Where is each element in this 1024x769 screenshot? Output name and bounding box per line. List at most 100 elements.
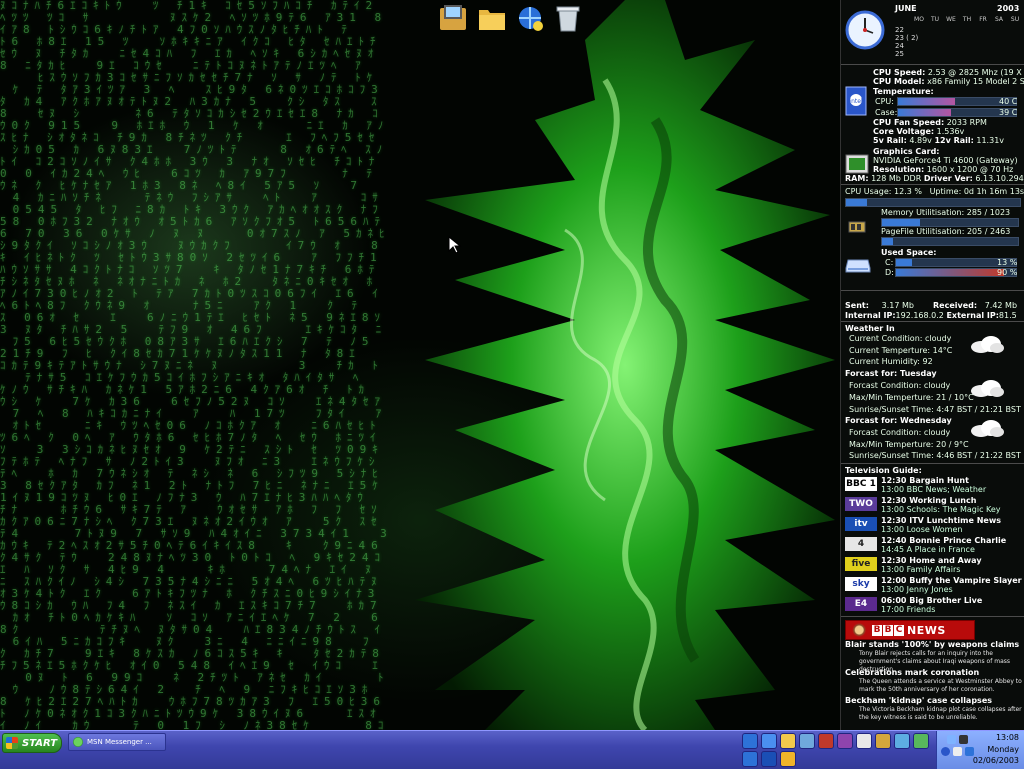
- resolution-label: Resolution:: [873, 165, 925, 174]
- cpu-temp-label: CPU:: [875, 97, 894, 106]
- pc-folder-icon[interactable]: [436, 0, 471, 35]
- windows-logo-icon: [6, 737, 18, 749]
- tv-next-showing: 13:00 Family Affairs: [881, 565, 961, 574]
- tv-now-showing: 12:40 Bonnie Prince Charlie: [881, 536, 1007, 545]
- tv-next-showing: 13:00 Schools: The Magic Key: [881, 505, 1001, 514]
- rail5-value: 4.89v: [909, 136, 932, 145]
- analog-clock-icon: [845, 10, 885, 50]
- fan-speed-label: CPU Fan Speed:: [873, 118, 945, 127]
- tv-now-showing: 12:30 Home and Away: [881, 556, 982, 565]
- tv-channel-logo: E4: [845, 597, 877, 611]
- cpu-usage-bar: [845, 198, 1021, 207]
- app-icon[interactable]: [894, 733, 910, 749]
- tv-channel-logo: five: [845, 557, 877, 571]
- tray-arrow-icon[interactable]: [941, 747, 950, 756]
- graphics-card-label: Graphics Card:: [873, 147, 940, 156]
- cpu-model-value: x86 Family 15 Model 2 Stepping 7: [927, 77, 1024, 86]
- green-spike-wallpaper-art: [415, 0, 835, 730]
- network-icon[interactable]: [512, 0, 547, 35]
- driver-value: 6.13.10.2942: [975, 174, 1024, 183]
- desktop-dock: [436, 0, 585, 36]
- pagefile-bar: [881, 237, 1019, 246]
- ie-icon[interactable]: [742, 733, 758, 749]
- forecast1-title: Forcast for: Tuesday: [845, 369, 937, 378]
- tv-next-showing: 13:00 BBC News; Weather: [881, 485, 987, 494]
- divider: [841, 64, 1024, 65]
- case-temp-value: 39 C: [999, 108, 1018, 117]
- divider: [841, 184, 1024, 185]
- weather-current-temperature: Current Temperture: 14°C: [849, 346, 953, 355]
- external-ip-value: 81.5: [998, 311, 1017, 320]
- weekday-label: SU: [1010, 16, 1020, 23]
- start-label: START: [22, 737, 58, 749]
- memory-text: Memory Utilitisation: 285 / 1023: [881, 208, 1011, 217]
- app-icon[interactable]: [856, 733, 872, 749]
- desktop-info-sidebar: JUNE 2003 MO TU WE TH FR SA SU 22 23 ( 2…: [840, 0, 1024, 730]
- cloudy-weather-icon: [971, 380, 1004, 397]
- bbc-logo-icon: BBC: [872, 624, 904, 636]
- outlook-icon[interactable]: [761, 733, 777, 749]
- intel-chip-icon: intel: [845, 86, 867, 116]
- tray-app-icon[interactable]: [959, 735, 968, 744]
- weekday-label: TU: [930, 16, 940, 23]
- cpu-speed-value: 2.53 @ 2825 Mhz (19 X 148 MHz): [927, 68, 1024, 77]
- ram-label: RAM:: [845, 174, 869, 183]
- tv-now-showing: 12:30 ITV Lunchtime News: [881, 516, 1001, 525]
- core-voltage-value: 1.536v: [936, 127, 965, 136]
- cloudy-weather-icon: [971, 420, 1004, 437]
- tv-next-showing: 14:45 A Place in France: [881, 545, 975, 554]
- news-headline[interactable]: Blair stands '100%' by weapons claims: [845, 640, 1019, 649]
- app-icon[interactable]: [780, 751, 796, 767]
- app-icon[interactable]: [875, 733, 891, 749]
- tv-now-showing: 12:30 Bargain Hunt: [881, 476, 969, 485]
- app-icon[interactable]: [799, 733, 815, 749]
- tray-messenger-icon[interactable]: [965, 747, 974, 756]
- rail5-label: 5v Rail:: [873, 136, 907, 145]
- received-label: Received:: [933, 301, 978, 310]
- tv-next-showing: 13:00 Jenny Jones: [881, 585, 953, 594]
- case-temp-label: Case:: [875, 108, 898, 117]
- recycle-bin-icon[interactable]: [550, 0, 585, 35]
- weekday-label: WE: [946, 16, 956, 23]
- tv-next-showing: 13:00 Loose Women: [881, 525, 963, 534]
- internal-ip-label: Internal IP:: [845, 311, 896, 320]
- app-icon[interactable]: [761, 751, 777, 767]
- folder-icon[interactable]: [474, 0, 509, 35]
- bbc-news-banner[interactable]: BBC NEWS: [845, 620, 975, 640]
- forecast1-maxmin: Max/Min Temperture: 21 / 10°C: [849, 393, 974, 402]
- taskbar-clock-day: Monday: [987, 745, 1019, 754]
- taskbar-clock-time[interactable]: 13:08: [996, 733, 1019, 742]
- calendar-weekday-row: MO TU WE TH FR SA SU: [911, 16, 1023, 23]
- app-icon[interactable]: [742, 751, 758, 767]
- app-icon[interactable]: [818, 733, 834, 749]
- tv-guide-title: Television Guide:: [845, 466, 922, 475]
- weather-title: Weather In: [845, 324, 895, 333]
- week-number: 25: [895, 50, 904, 58]
- forecast1-condition: Forcast Condition: cloudy: [849, 381, 951, 390]
- forecast2-maxmin: Max/Min Temperture: 20 / 9°C: [849, 440, 969, 449]
- app-icon[interactable]: [913, 733, 929, 749]
- tray-volume-icon[interactable]: [953, 747, 962, 756]
- sent-value: 3.17 Mb: [881, 301, 914, 310]
- week-number: 23 ( 2): [895, 34, 919, 42]
- drive-d-label: D:: [885, 268, 894, 277]
- calendar-year: 2003: [997, 4, 1020, 13]
- news-headline[interactable]: Beckham 'kidnap' case collapses: [845, 696, 992, 705]
- divider: [841, 321, 1024, 322]
- weekday-label: FR: [979, 16, 987, 23]
- tray-network-icon[interactable]: [947, 735, 956, 744]
- internal-ip-value: 192.168.0.2: [895, 311, 944, 320]
- start-button[interactable]: START: [2, 733, 62, 753]
- weather-current-condition: Current Condition: cloudy: [849, 334, 952, 343]
- app-icon[interactable]: [837, 733, 853, 749]
- driver-label: Driver Ver:: [923, 174, 973, 183]
- ram-value: 128 Mb DDR: [871, 174, 922, 183]
- week-number: 24: [895, 42, 904, 50]
- news-headline[interactable]: Celebrations mark coronation: [845, 668, 979, 677]
- forecast2-title: Forcast for: Wednesday: [845, 416, 952, 425]
- drive-c-label: C:: [885, 258, 894, 267]
- resolution-value: 1600 x 1200 @ 70 Hz: [926, 165, 1014, 174]
- sent-label: Sent:: [845, 301, 869, 310]
- explorer-icon[interactable]: [780, 733, 796, 749]
- taskbar-item-msn-messenger[interactable]: MSN Messenger ...: [68, 733, 166, 751]
